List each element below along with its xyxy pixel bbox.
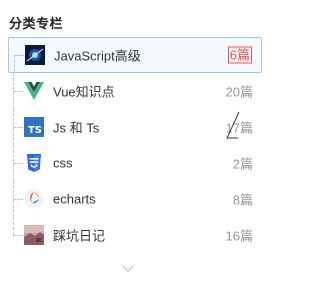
annotation-scribble [226, 111, 240, 139]
category-item-js-ts[interactable]: TS Js 和 Ts 17篇 [8, 109, 262, 145]
category-list: JavaScript高级 6篇 Vue知识点 20篇 TS Js 和 Ts 17… [8, 37, 262, 253]
category-name: echarts [53, 191, 96, 207]
category-count: 20篇 [225, 84, 253, 100]
vue-logo-icon [24, 81, 44, 101]
category-count: 8篇 [232, 192, 253, 208]
category-name: css [53, 155, 73, 171]
panel-title: 分类专栏 [9, 17, 64, 32]
typescript-logo-icon: TS [24, 117, 44, 137]
javascript-thumbnail-icon [25, 45, 45, 65]
category-item-echarts[interactable]: echarts 8篇 [8, 181, 262, 217]
echarts-logo-icon [24, 189, 44, 209]
category-count: 6篇 [227, 46, 252, 64]
category-name: JavaScript高级 [54, 48, 141, 64]
category-count: 2篇 [232, 156, 253, 172]
chevron-down-icon[interactable] [121, 262, 135, 274]
category-count: 16篇 [225, 228, 253, 244]
category-name: Vue知识点 [53, 84, 115, 100]
landscape-photo-icon [24, 225, 44, 245]
category-name: 踩坑日记 [53, 228, 106, 244]
ts-logo-text: TS [27, 124, 43, 136]
category-item-pitfalls[interactable]: 踩坑日记 16篇 [8, 217, 262, 253]
category-item-vue[interactable]: Vue知识点 20篇 [8, 73, 262, 109]
css3-logo-icon [24, 153, 44, 173]
category-panel: 分类专栏 JavaScript高级 6篇 Vue知识点 20篇 TS Js 和 … [0, 0, 266, 285]
category-item-javascript[interactable]: JavaScript高级 6篇 [8, 37, 262, 73]
category-name: Js 和 Ts [53, 120, 100, 136]
category-item-css[interactable]: css 2篇 [8, 145, 262, 181]
